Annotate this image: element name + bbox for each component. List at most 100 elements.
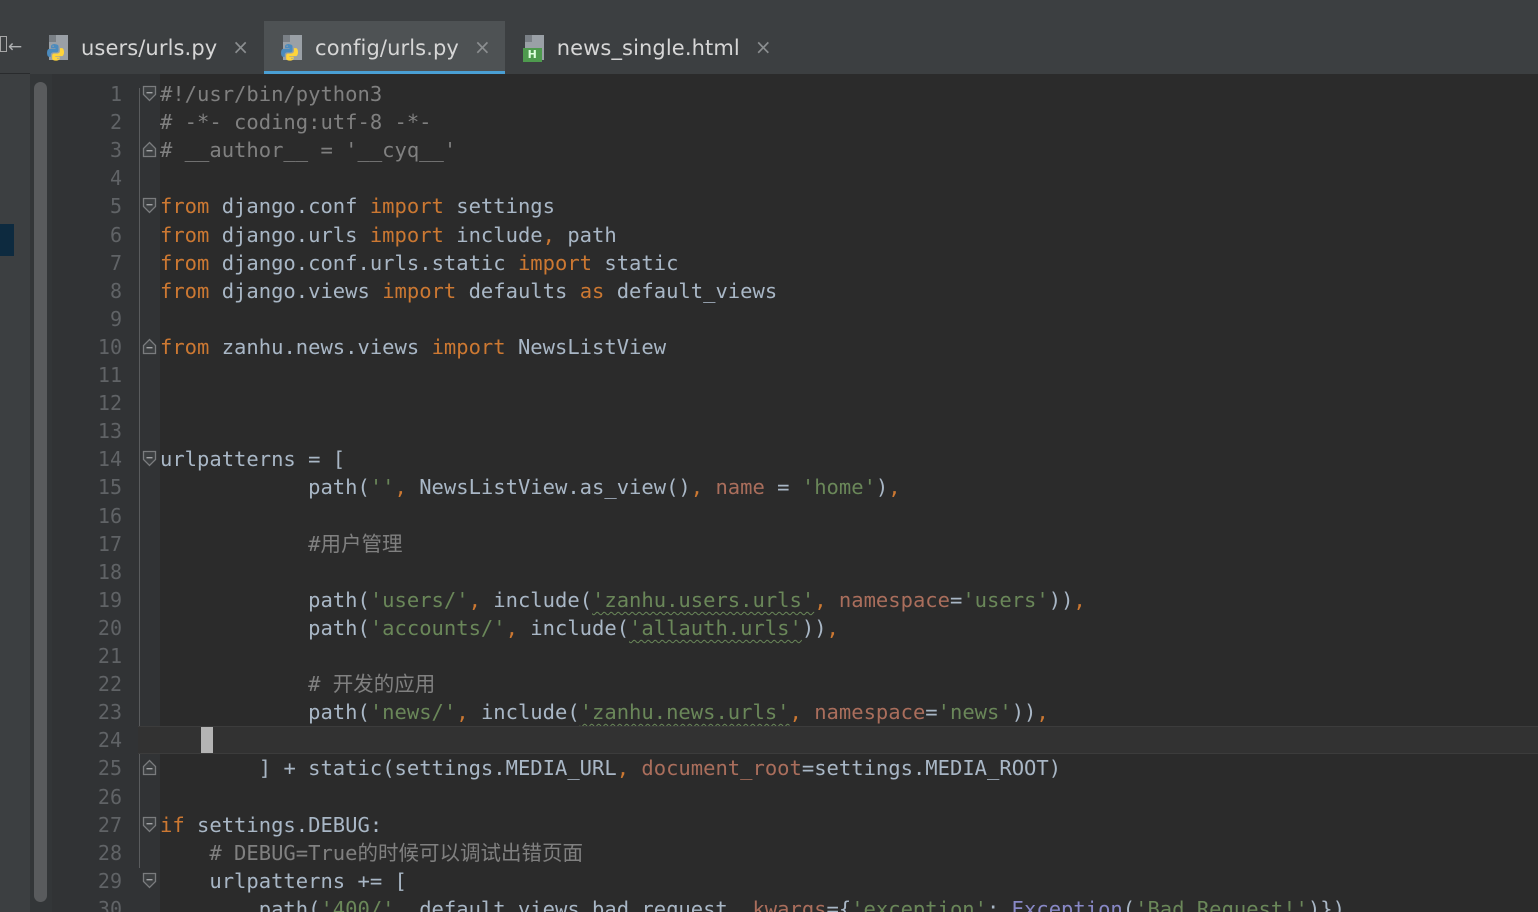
- hide-tool-window-arrow-icon[interactable]: ←: [2, 36, 28, 58]
- code-line[interactable]: 9: [52, 305, 1538, 333]
- code-line[interactable]: 28 # DEBUG=True的时候可以调试出错页面: [52, 839, 1538, 867]
- line-number: 18: [97, 559, 122, 584]
- code-line[interactable]: 12: [52, 389, 1538, 417]
- code-text: path('accounts/', include('allauth.urls'…: [308, 615, 839, 640]
- code-line[interactable]: 13: [52, 417, 1538, 445]
- text-caret: [201, 727, 213, 754]
- code-text: from zanhu.news.views import NewsListVie…: [160, 334, 667, 359]
- html-badge-label: H: [522, 47, 542, 62]
- line-number: 2: [109, 110, 122, 135]
- html-file-icon: H: [522, 34, 548, 62]
- current-line-highlight: [138, 726, 1538, 755]
- code-text: urlpatterns = [: [160, 447, 346, 472]
- code-line[interactable]: 8 from django.views import defaults as de…: [52, 277, 1538, 305]
- code-text: path('400/', default_views.bad_request, …: [258, 896, 1358, 912]
- editor-tab-bar: users/urls.py × config/urls.py × H news_…: [30, 21, 1538, 74]
- line-number: 27: [97, 812, 122, 837]
- python-logo-icon: [47, 43, 65, 61]
- code-line[interactable]: 14 urlpatterns = [: [52, 445, 1538, 473]
- line-number: 28: [97, 840, 122, 865]
- code-line[interactable]: 20 path('accounts/', include('allauth.ur…: [52, 614, 1538, 642]
- python-logo-icon: [281, 43, 299, 61]
- code-editor[interactable]: 1 #!/usr/bin/python3 2 # -*- coding:utf-8 -…: [52, 74, 1538, 912]
- line-number: 16: [97, 503, 122, 528]
- code-line[interactable]: 21: [52, 642, 1538, 670]
- fold-collapse-icon[interactable]: [140, 811, 159, 839]
- fold-collapse-icon[interactable]: [140, 445, 159, 473]
- code-line[interactable]: 16: [52, 502, 1538, 530]
- code-text: path('users/', include('zanhu.users.urls…: [308, 587, 1086, 612]
- code-line[interactable]: 5 from django.conf import settings: [52, 192, 1538, 220]
- code-line[interactable]: 2 # -*- coding:utf-8 -*-: [52, 108, 1538, 136]
- code-line[interactable]: 23 path('news/', include('zanhu.news.url…: [52, 698, 1538, 726]
- line-number: 11: [97, 363, 122, 387]
- line-number: 20: [97, 615, 122, 640]
- editor-tab-label: users/urls.py: [81, 35, 218, 60]
- code-text: from django.conf import settings: [160, 194, 555, 219]
- editor-tab-news-single-html[interactable]: H news_single.html ×: [505, 21, 787, 74]
- python-file-icon: [280, 34, 306, 62]
- window-title-strip: [0, 0, 1538, 21]
- code-line[interactable]: 4: [52, 164, 1538, 192]
- code-line[interactable]: 18: [52, 558, 1538, 586]
- line-number: 5: [109, 194, 122, 219]
- code-line[interactable]: 19 path('users/', include('zanhu.users.u…: [52, 586, 1538, 614]
- code-line[interactable]: 1 #!/usr/bin/python3: [52, 80, 1538, 108]
- line-number: 13: [97, 419, 122, 444]
- code-line[interactable]: 11: [52, 361, 1538, 389]
- code-line[interactable]: 3 # __author__ = '__cyq__': [52, 136, 1538, 164]
- code-text: from django.conf.urls.static import stat…: [160, 250, 679, 275]
- python-file-icon: [46, 34, 72, 62]
- code-line[interactable]: 24: [52, 726, 1538, 755]
- code-text: if settings.DEBUG:: [160, 812, 383, 837]
- code-line[interactable]: 27 if settings.DEBUG:: [52, 811, 1538, 839]
- editor-tab-label: config/urls.py: [315, 35, 459, 60]
- fold-collapse-icon[interactable]: [140, 80, 159, 108]
- line-number: 10: [97, 334, 122, 359]
- code-line[interactable]: 15 path('', NewsListView.as_view(), name…: [52, 473, 1538, 501]
- editor-error-stripe-marker[interactable]: [0, 224, 14, 256]
- close-icon[interactable]: ×: [474, 37, 491, 59]
- line-number: 21: [97, 644, 122, 668]
- code-line[interactable]: 7 from django.conf.urls.static import sta…: [52, 249, 1538, 277]
- code-line[interactable]: 6 from django.urls import include, path: [52, 221, 1538, 249]
- ide-window: ← users/urls.py × config/urls.py × H new…: [0, 0, 1538, 912]
- code-line[interactable]: 25 ] + static(settings.MEDIA_URL, docume…: [52, 754, 1538, 782]
- fold-collapse-icon[interactable]: [140, 192, 159, 220]
- code-line[interactable]: 30 path('400/', default_views.bad_reques…: [52, 895, 1538, 912]
- code-line[interactable]: 29 urlpatterns += [: [52, 867, 1538, 895]
- line-number: 30: [97, 896, 122, 912]
- line-number: 26: [97, 784, 122, 809]
- line-number: 25: [97, 756, 122, 781]
- fold-expand-end-icon[interactable]: [140, 333, 159, 361]
- code-line[interactable]: 17 #用户管理: [52, 530, 1538, 558]
- line-number: 12: [97, 391, 122, 416]
- close-icon[interactable]: ×: [232, 37, 249, 59]
- code-line[interactable]: 26: [52, 783, 1538, 811]
- line-number: 24: [97, 728, 122, 753]
- fold-expand-end-icon[interactable]: [140, 754, 159, 782]
- line-number: 3: [109, 138, 122, 163]
- line-number: 23: [97, 700, 122, 725]
- editor-tab-label: news_single.html: [556, 35, 740, 60]
- code-line[interactable]: 10 from zanhu.news.views import NewsListV…: [52, 333, 1538, 361]
- code-text: # -*- coding:utf-8 -*-: [160, 110, 432, 135]
- left-tool-strip-body: [0, 74, 30, 912]
- editor-tab-config-urls[interactable]: config/urls.py ×: [264, 21, 506, 74]
- editor-vertical-scrollbar-thumb[interactable]: [34, 82, 47, 902]
- fold-expand-end-icon[interactable]: [140, 136, 159, 164]
- line-number: 19: [97, 587, 122, 612]
- line-number: 6: [109, 222, 122, 247]
- code-text: # __author__ = '__cyq__': [160, 138, 457, 163]
- code-text: ] + static(settings.MEDIA_URL, document_…: [258, 756, 1062, 781]
- line-number: 4: [109, 166, 122, 191]
- code-text: # DEBUG=True的时候可以调试出错页面: [160, 840, 583, 865]
- editor-lines: 1 #!/usr/bin/python3 2 # -*- coding:utf-8 -…: [52, 74, 1538, 912]
- fold-collapse-icon[interactable]: [140, 867, 159, 895]
- line-number: 1: [109, 82, 122, 106]
- editor-tab-users-urls[interactable]: users/urls.py ×: [30, 21, 265, 74]
- code-line[interactable]: 22 # 开发的应用: [52, 670, 1538, 698]
- close-icon[interactable]: ×: [755, 37, 772, 59]
- left-tool-strip: ←: [0, 0, 30, 912]
- code-text: from django.views import defaults as def…: [160, 278, 778, 303]
